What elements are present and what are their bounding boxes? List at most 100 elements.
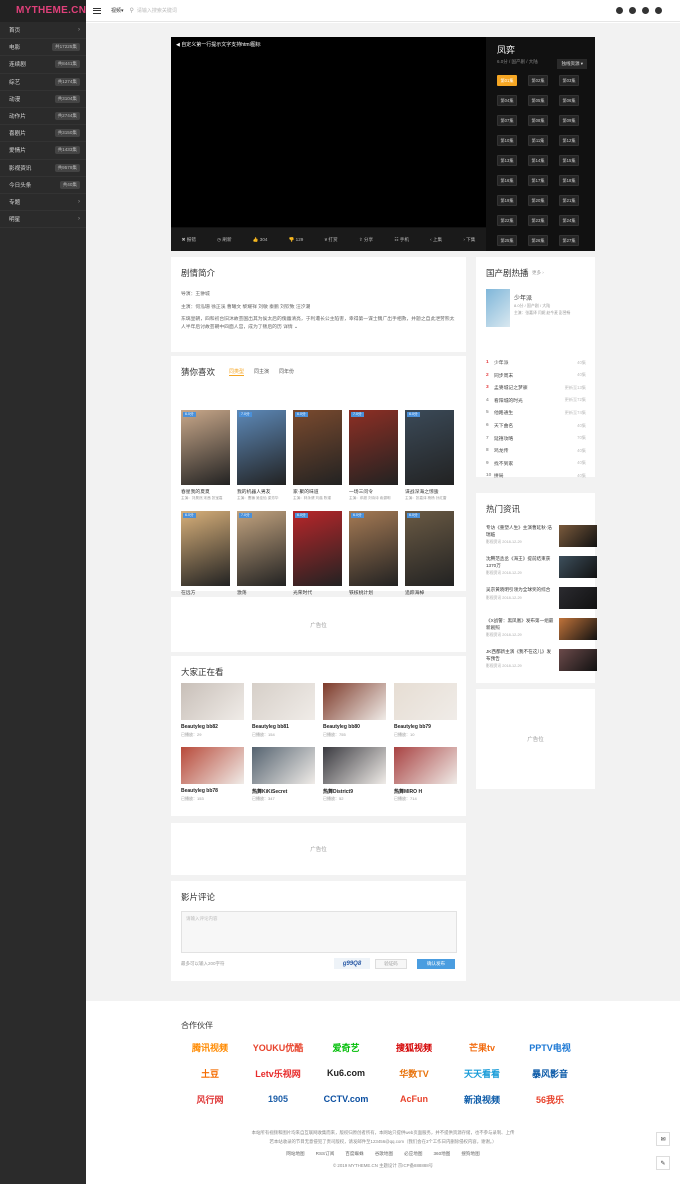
footer-link[interactable]: 谷歌地图 (375, 1151, 393, 1157)
movie-poster[interactable]: 6.0分 (349, 511, 398, 586)
rank-name[interactable]: 找不到家 (494, 460, 513, 467)
rank-item[interactable]: 7 延禧攻略 70集 (486, 435, 586, 442)
ad-slot-side[interactable]: 广告位 (476, 689, 595, 789)
partner-logo[interactable]: 新浪视频 (455, 1090, 509, 1108)
sidebar-item[interactable]: 专题 › (0, 194, 86, 212)
partner-logo[interactable]: 芒果tv (455, 1038, 509, 1056)
movie-poster[interactable]: 6.0分 (181, 511, 230, 586)
guess-tab[interactable]: 同类型 (229, 368, 245, 376)
news-headline[interactable]: 沈腾范丞丞《海王》提前结束获1370万 (486, 556, 554, 569)
movie-poster[interactable]: 6.0分 (405, 410, 454, 485)
guess-tab[interactable]: 同主演 (254, 368, 269, 376)
episode-button[interactable]: 第25集 (497, 235, 517, 246)
video-thumbnail[interactable] (252, 747, 315, 784)
episode-button[interactable]: 第21集 (559, 195, 579, 206)
site-logo[interactable]: MYTHEME.CN (0, 0, 86, 22)
episode-button[interactable]: 第02集 (528, 75, 548, 86)
rank-name[interactable]: 少年派 (494, 359, 508, 366)
rank-item[interactable]: 6 天下曲名 40集 (486, 422, 586, 430)
episode-button[interactable]: 第13集 (497, 155, 517, 166)
footer-link[interactable]: 百度蜘蛛 (345, 1151, 363, 1157)
partner-logo[interactable]: CCTV.com (319, 1090, 373, 1108)
episode-button[interactable]: 第07集 (497, 115, 517, 126)
news-item[interactable]: 吴京黄晓明引领为全球奖的综合 影视资讯 2018-12-29 (486, 587, 597, 609)
movie-poster[interactable]: 6.0分 (293, 511, 342, 586)
sidebar-item[interactable]: 明星 › (0, 211, 86, 229)
user-icon[interactable] (655, 7, 662, 14)
partner-logo[interactable]: 爱奇艺 (319, 1038, 373, 1056)
news-headline[interactable]: JK西都新主演《我不在这儿》发布预告 (486, 649, 554, 662)
movie-name[interactable]: 春星我的夏夏 (181, 488, 210, 495)
rank-name[interactable]: 拼局 (494, 472, 504, 479)
episode-button[interactable]: 第15集 (559, 155, 579, 166)
rank-item[interactable]: 10 拼局 40集 (486, 472, 586, 480)
movie-poster[interactable]: 7.0分 (237, 511, 286, 586)
movie-poster[interactable]: 6.0分 (181, 410, 230, 485)
footer-link[interactable]: 网站地图 (286, 1151, 304, 1157)
news-thumbnail[interactable] (559, 618, 597, 640)
news-headline[interactable]: 吴京黄晓明引领为全球奖的综合 (486, 587, 554, 594)
submit-comment-button[interactable]: 确认发布 (417, 959, 455, 969)
rank-name[interactable]: 鸡龙传 (494, 447, 508, 454)
movie-name[interactable]: 铁核桃计划 (349, 589, 373, 596)
rank-name[interactable]: 孟婆城记之梦寐 (494, 384, 528, 391)
video-name[interactable]: Beautyleg bb81 (252, 724, 289, 730)
video-name[interactable]: Beautyleg bb79 (394, 724, 431, 730)
video-thumbnail[interactable] (323, 683, 386, 720)
episode-button[interactable]: 第10集 (497, 135, 517, 146)
movie-name[interactable]: 谍战深海之惊蛰 (405, 488, 439, 495)
video-thumbnail[interactable] (323, 747, 386, 784)
partner-logo[interactable]: 风行网 (183, 1090, 237, 1108)
footer-link[interactable]: 360地图 (433, 1151, 450, 1157)
episode-button[interactable]: 第08集 (528, 115, 548, 126)
source-select[interactable]: 独线资源 ▾ (557, 59, 587, 69)
partner-logo[interactable]: YOUKU优酷 (251, 1038, 305, 1056)
news-headline[interactable]: 《X战警：黑凤凰》发布第一组最新剧照 (486, 618, 554, 631)
news-item[interactable]: JK西都新主演《我不在这儿》发布预告 影视资讯 2018-12-29 (486, 649, 597, 671)
episode-button[interactable]: 第16集 (497, 175, 517, 186)
rank-item[interactable]: 9 找不到家 40集 (486, 460, 586, 467)
news-item[interactable]: 沈腾范丞丞《海王》提前结束获1370万 影视资讯 2018-12-29 (486, 556, 597, 578)
partner-logo[interactable]: PPTV电视 (523, 1038, 577, 1056)
partner-logo[interactable]: AcFun (387, 1090, 441, 1108)
episode-button[interactable]: 第27集 (559, 235, 579, 246)
hot-top-poster[interactable] (486, 289, 510, 327)
sidebar-item[interactable]: 爱情片 共1433集 (0, 142, 86, 160)
video-name[interactable]: Beautyleg bb82 (181, 724, 218, 730)
ad-slot-1[interactable]: 广告位 (171, 597, 466, 652)
episode-button[interactable]: 第01集 (497, 75, 517, 86)
footer-link[interactable]: 搜狗地图 (461, 1151, 479, 1157)
rank-item[interactable]: 2 同步周末 40集 (486, 372, 586, 379)
captcha-image[interactable]: g99Q8 (334, 958, 370, 969)
guess-tab[interactable]: 同年份 (279, 368, 294, 376)
movie-poster[interactable]: 7.0分 (237, 410, 286, 485)
news-item[interactable]: 《X战警：黑凤凰》发布第一组最新剧照 影视资讯 2018-12-29 (486, 618, 597, 640)
episode-button[interactable]: 第19集 (497, 195, 517, 206)
rank-item[interactable]: 3 孟婆城记之梦寐 更新至13集 (486, 384, 586, 392)
video-name[interactable]: 热舞MIRO H (394, 788, 422, 795)
movie-name[interactable]: 追踪海棹 (405, 589, 424, 596)
movie-name[interactable]: 激荡 (237, 589, 247, 596)
player-tool-button[interactable]: 👍 304 (253, 237, 268, 243)
partner-logo[interactable]: Ku6.com (319, 1064, 373, 1082)
partner-logo[interactable]: 土豆 (183, 1064, 237, 1082)
video-name[interactable]: Beautyleg bb78 (181, 788, 218, 794)
video-thumbnail[interactable] (394, 683, 457, 720)
sidebar-item[interactable]: 电影 共17225集 (0, 39, 86, 57)
captcha-input[interactable]: 验证码 (375, 959, 407, 969)
comment-textarea[interactable]: 请输入评论内容 (181, 911, 457, 953)
search-input[interactable]: ⚲ 请输入搜索关键词 (130, 7, 177, 14)
partner-logo[interactable]: Letv乐视网 (251, 1064, 305, 1082)
info-icon[interactable] (629, 7, 636, 14)
footer-link[interactable]: 必应地图 (404, 1151, 422, 1157)
sidebar-item[interactable]: 综艺 共1274集 (0, 74, 86, 91)
partner-logo[interactable]: 暴风影音 (523, 1064, 577, 1082)
player-tool-button[interactable]: ◷ 刷新 (217, 237, 231, 243)
video-name[interactable]: 热舞District9 (323, 788, 353, 795)
sidebar-item[interactable]: 影视资讯 共9579集 (0, 160, 86, 177)
episode-button[interactable]: 第20集 (528, 195, 548, 206)
movie-name[interactable]: 在远方 (181, 589, 195, 596)
sidebar-item[interactable]: 动作片 共2744集 (0, 108, 86, 126)
episode-button[interactable]: 第14集 (528, 155, 548, 166)
player-tool-button[interactable]: 👎 129 (289, 237, 304, 243)
